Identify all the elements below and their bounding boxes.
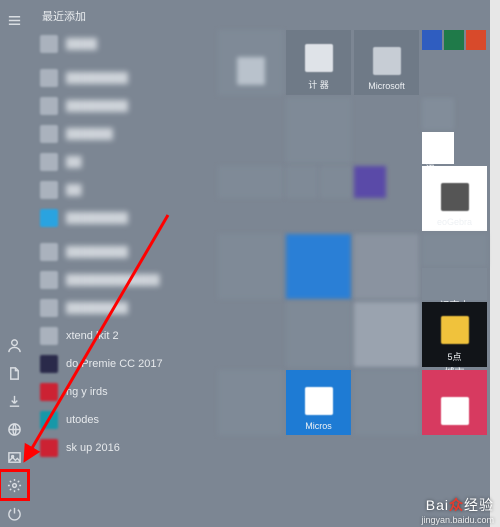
downloads-icon[interactable] <box>0 387 28 415</box>
app-item[interactable]: ██████ <box>34 120 216 148</box>
app-item[interactable]: xtend lkit 2 <box>34 322 216 350</box>
app-item[interactable]: ████████████ <box>34 266 216 294</box>
left-rail <box>0 0 28 527</box>
tile[interactable]: eoGebra <box>422 166 487 231</box>
app-item[interactable]: ████████ <box>34 294 216 322</box>
app-item[interactable]: ██ <box>34 176 216 204</box>
tile-label: Micros <box>286 421 351 431</box>
app-item[interactable]: utodes <box>34 406 216 434</box>
tile[interactable]: 讯QQ <box>422 132 454 164</box>
tile[interactable] <box>422 234 487 266</box>
documents-icon[interactable] <box>0 359 28 387</box>
tile[interactable]: 计 器 <box>286 30 351 95</box>
start-menu: 最近添加 ████ ████████ ████████ ██████ ██ ██… <box>0 0 490 527</box>
tile[interactable] <box>218 166 283 198</box>
tile-label: 计 器 <box>286 78 351 91</box>
tile[interactable]: Microsoft <box>354 30 419 95</box>
app-item[interactable]: ██ <box>34 148 216 176</box>
tile[interactable] <box>286 302 351 367</box>
watermark: Bai众经验 jingyan.baidu.com <box>421 495 494 525</box>
app-item[interactable]: ████ <box>34 30 216 58</box>
tile[interactable] <box>320 166 352 198</box>
tile[interactable] <box>354 302 419 367</box>
tile[interactable] <box>354 370 419 435</box>
tile-grid: 计 器Microsoft 讯QQ eoGebra 记事本5点城市 Micros <box>218 0 490 527</box>
tile[interactable] <box>286 98 351 163</box>
tile[interactable] <box>422 370 487 435</box>
tile[interactable] <box>466 30 486 50</box>
tile[interactable] <box>444 30 464 50</box>
tile[interactable] <box>354 234 419 299</box>
app-item[interactable]: ████████ <box>34 238 216 266</box>
tile[interactable] <box>286 166 318 198</box>
app-item[interactable]: do Premie CC 2017 <box>34 350 216 378</box>
app-item[interactable]: ng y irds <box>34 378 216 406</box>
network-icon[interactable] <box>0 415 28 443</box>
tile-label: Microsoft <box>354 81 419 91</box>
hamburger-icon[interactable] <box>0 6 28 34</box>
settings-icon[interactable] <box>0 471 28 499</box>
app-item[interactable]: sk up 2016 <box>34 434 216 462</box>
tile[interactable] <box>422 30 442 50</box>
pictures-icon[interactable] <box>0 443 28 471</box>
recent-header: 最近添加 <box>34 4 216 30</box>
app-list: 最近添加 ████ ████████ ████████ ██████ ██ ██… <box>28 0 218 527</box>
tile[interactable] <box>422 98 454 130</box>
tile[interactable] <box>286 234 351 299</box>
power-icon[interactable] <box>0 499 28 527</box>
tile[interactable] <box>218 370 283 435</box>
tile[interactable]: 记事本 <box>422 268 487 300</box>
tile[interactable]: Micros <box>286 370 351 435</box>
tile[interactable] <box>354 166 386 198</box>
tile-label: eoGebra <box>422 217 487 227</box>
tile-label: 5点 <box>422 350 487 363</box>
app-item[interactable]: ████████ <box>34 204 216 232</box>
tile[interactable]: 5点城市 <box>422 302 487 367</box>
tile[interactable] <box>218 234 283 299</box>
user-icon[interactable] <box>0 331 28 359</box>
tile[interactable] <box>218 30 283 95</box>
app-item[interactable]: ████████ <box>34 92 216 120</box>
app-item[interactable]: ████████ <box>34 64 216 92</box>
